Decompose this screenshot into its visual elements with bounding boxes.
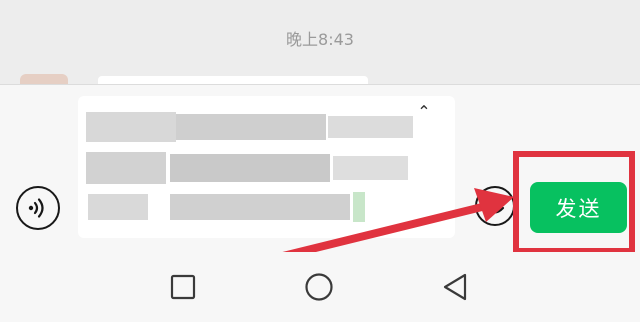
home-icon[interactable] — [304, 272, 334, 302]
system-navigation-bar — [0, 252, 640, 322]
back-icon[interactable] — [440, 272, 470, 302]
recent-apps-icon[interactable] — [170, 274, 196, 300]
